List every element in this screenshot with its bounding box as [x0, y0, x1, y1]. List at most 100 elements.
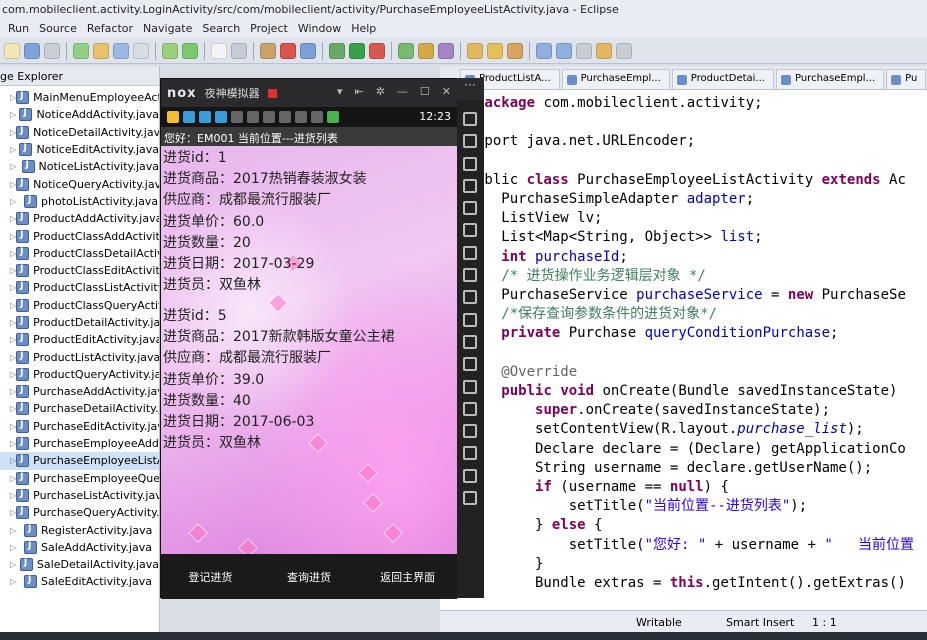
file-item[interactable]: ▷ProductClassAddActivity — [0, 227, 159, 244]
pin-icon[interactable]: ⇤ — [354, 85, 363, 98]
purchase-list[interactable]: 进货id：1 进货商品：2017热销春装淑女装 供应商：成都最流行服装厂 进货单… — [161, 146, 457, 554]
list-item[interactable]: 进货id：1 进货商品：2017热销春装淑女装 供应商：成都最流行服装厂 进货单… — [163, 148, 367, 296]
file-item[interactable]: ▷NoticeDetailActivity.java — [0, 124, 159, 141]
editor-tab[interactable]: PurchaseEmpl... — [561, 69, 670, 89]
screenshot-icon[interactable] — [463, 245, 477, 260]
location-icon[interactable] — [463, 178, 477, 193]
scissors-icon[interactable] — [463, 156, 477, 171]
build-icon[interactable] — [93, 42, 109, 59]
multi-instance-icon[interactable] — [463, 312, 477, 327]
expand-arrow-icon[interactable]: ▷ — [10, 560, 20, 569]
file-item[interactable]: ▷PurchaseAddActivity.java — [0, 383, 159, 400]
expand-arrow-icon[interactable]: ▷ — [10, 577, 24, 586]
editor-tab[interactable]: ProductDetai... — [671, 69, 774, 89]
back-arrow-icon[interactable] — [463, 446, 477, 461]
cut-icon[interactable] — [231, 42, 247, 59]
file-item[interactable]: ▷ProductClassQueryActivi — [0, 297, 159, 314]
close-icon[interactable]: ✕ — [442, 85, 451, 98]
next-annotation-icon[interactable] — [536, 42, 552, 59]
file-item[interactable]: ▷ NoticeListActivity.java — [0, 158, 159, 175]
home-icon[interactable] — [463, 468, 477, 483]
external-tools-icon[interactable] — [369, 42, 385, 59]
stop-icon[interactable] — [280, 42, 296, 59]
menu-help[interactable]: Help — [351, 20, 386, 38]
file-item[interactable]: ▷PurchaseListActivity.java — [0, 487, 159, 504]
package-icon[interactable] — [260, 42, 276, 59]
volume-up-icon[interactable] — [463, 268, 477, 283]
console-icon[interactable] — [133, 42, 149, 59]
file-item[interactable]: ▷ SaleDetailActivity.java — [0, 556, 159, 573]
menu-window[interactable]: Window — [298, 20, 351, 38]
forward-icon[interactable] — [616, 42, 632, 59]
recent-apps-icon[interactable] — [463, 491, 477, 506]
expand-arrow-icon[interactable]: ▷ — [10, 145, 19, 154]
file-item[interactable]: ▷NoticeQueryActivity.java — [0, 175, 159, 192]
file-item[interactable]: ▷PurchaseQueryActivity.ja — [0, 504, 159, 521]
keyboard-icon[interactable] — [463, 201, 477, 216]
maximize-icon[interactable]: ☐ — [420, 85, 430, 98]
file-item[interactable]: ▷PurchaseEditActivity.java — [0, 418, 159, 435]
list-item[interactable]: 进货id：5 进货商品：2017新款韩版女童公主裙 供应商：成都最流行服装厂 进… — [163, 306, 395, 454]
expand-arrow-icon[interactable]: ▷ — [10, 526, 24, 535]
menu-run[interactable]: Run — [8, 20, 39, 38]
file-item[interactable]: ▷PurchaseEmployeeQuer — [0, 470, 159, 487]
new-class-icon[interactable] — [398, 42, 414, 59]
expand-arrow-icon[interactable]: ▷ — [10, 162, 22, 171]
new-interface-icon[interactable] — [438, 42, 454, 59]
register-purchase-button[interactable]: 登记进货 — [161, 554, 260, 599]
file-item[interactable]: ▷ProductEditActivity.java — [0, 331, 159, 348]
file-item[interactable]: ▷MainMenuEmployeeAct — [0, 89, 159, 106]
file-item[interactable]: ▷PurchaseEmployeeAddA — [0, 435, 159, 452]
file-item[interactable]: ▷ProductAddActivity.java — [0, 210, 159, 227]
volume-down-icon[interactable] — [463, 290, 477, 305]
file-item[interactable]: ▷ RegisterActivity.java — [0, 521, 159, 538]
dropdown-icon[interactable]: ▾ — [337, 85, 343, 98]
toggle-icon[interactable] — [113, 42, 129, 59]
menu-project[interactable]: Project — [250, 20, 298, 38]
file-item[interactable]: ▷ NoticeEditActivity.java — [0, 141, 159, 158]
menu-search[interactable]: Search — [202, 20, 250, 38]
file-item[interactable]: ▷PurchaseDetailActivity.ja — [0, 400, 159, 417]
back-to-main-button[interactable]: 返回主界面 — [358, 554, 457, 599]
last-edit-icon[interactable] — [576, 42, 592, 59]
code-editor[interactable]: package com.mobileclient.activity; mport… — [440, 90, 927, 610]
video-icon[interactable] — [463, 379, 477, 394]
query-purchase-button[interactable]: 查询进货 — [260, 554, 359, 599]
search-icon[interactable] — [507, 42, 523, 59]
menu-icon[interactable] — [463, 424, 477, 439]
file-item[interactable]: ▷ProductDetailActivity.java — [0, 314, 159, 331]
new-icon[interactable] — [4, 42, 20, 59]
file-item[interactable]: ▷ProductQueryActivity.java — [0, 366, 159, 383]
link-icon[interactable] — [300, 42, 316, 59]
macro-icon[interactable] — [463, 357, 477, 372]
menu-source[interactable]: Source — [39, 20, 87, 38]
file-item[interactable]: ▷ProductClassDetailActiv — [0, 245, 159, 262]
menu-refactor[interactable]: Refactor — [87, 20, 143, 38]
apk-icon[interactable] — [463, 134, 477, 149]
minimize-icon[interactable]: — — [397, 85, 408, 98]
file-item[interactable]: ▷ProductClassEditActivity — [0, 262, 159, 279]
editor-tab[interactable]: Pu — [886, 69, 927, 89]
open-type-icon[interactable] — [467, 42, 483, 59]
file-item[interactable]: ▷ProductListActivity.java — [0, 348, 159, 365]
fullscreen-icon[interactable] — [463, 223, 477, 238]
file-item[interactable]: ▷ NoticeAddActivity.java — [0, 106, 159, 123]
debug-icon[interactable] — [73, 42, 89, 59]
expand-arrow-icon[interactable]: ▷ — [10, 197, 24, 206]
prev-annotation-icon[interactable] — [556, 42, 572, 59]
run-debug-icon[interactable] — [329, 42, 345, 59]
folder-icon[interactable] — [463, 401, 477, 416]
checkbox-icon[interactable] — [211, 42, 227, 59]
expand-arrow-icon[interactable]: ▷ — [10, 543, 24, 552]
file-item[interactable]: ▷ProductClassListActivity. — [0, 279, 159, 296]
print-icon[interactable] — [44, 42, 60, 59]
file-item[interactable]: ▷ SaleAddActivity.java — [0, 539, 159, 556]
android-sdk-icon[interactable] — [162, 42, 178, 59]
pencil-icon[interactable] — [487, 42, 503, 59]
avd-manager-icon[interactable] — [182, 42, 198, 59]
file-item[interactable]: ▷ photoListActivity.java — [0, 193, 159, 210]
phone-icon[interactable] — [463, 112, 477, 126]
new-package-icon[interactable] — [418, 42, 434, 59]
back-icon[interactable] — [596, 42, 612, 59]
shake-icon[interactable] — [463, 334, 477, 349]
